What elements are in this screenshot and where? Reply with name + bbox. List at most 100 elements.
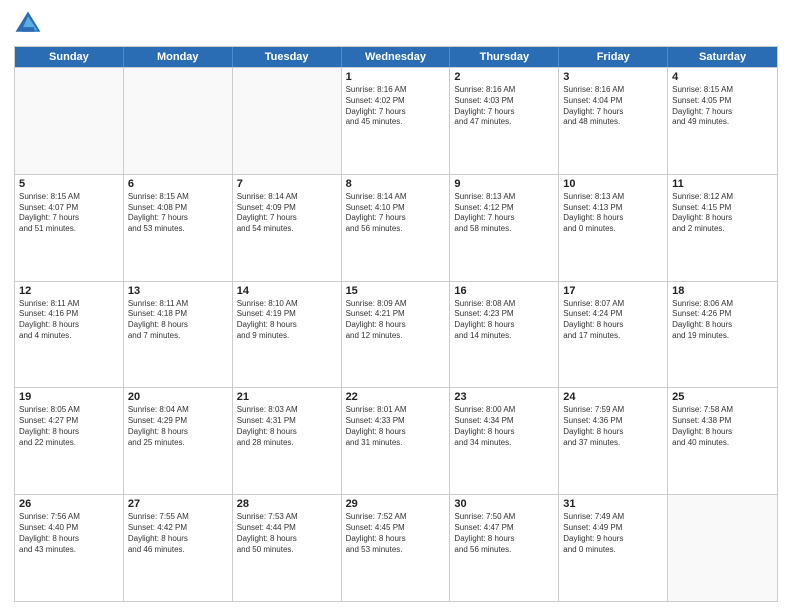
cell-info: Sunrise: 8:04 AM Sunset: 4:29 PM Dayligh…	[128, 405, 228, 448]
cell-info: Sunrise: 8:13 AM Sunset: 4:12 PM Dayligh…	[454, 192, 554, 235]
day-number: 25	[672, 391, 773, 403]
cal-cell-7: 7 Sunrise: 8:14 AM Sunset: 4:09 PM Daylig…	[233, 175, 342, 281]
day-number: 21	[237, 391, 337, 403]
day-number: 28	[237, 498, 337, 510]
cal-cell-11: 11 Sunrise: 8:12 AM Sunset: 4:15 PM Dayli…	[668, 175, 777, 281]
cal-cell-31: 31Sunrise: 7:49 AM Sunset: 4:49 PM Dayli…	[559, 495, 668, 601]
weekday-header-wednesday: Wednesday	[342, 47, 451, 67]
day-number: 4	[672, 71, 773, 83]
cell-info: Sunrise: 7:50 AM Sunset: 4:47 PM Dayligh…	[454, 512, 554, 555]
page: SundayMondayTuesdayWednesdayThursdayFrid…	[0, 0, 792, 612]
cal-cell-29: 29Sunrise: 7:52 AM Sunset: 4:45 PM Dayli…	[342, 495, 451, 601]
calendar-row-3: 19Sunrise: 8:05 AM Sunset: 4:27 PM Dayli…	[15, 387, 777, 494]
day-number: 17	[563, 285, 663, 297]
cal-cell-12: 12 Sunrise: 8:11 AM Sunset: 4:16 PM Dayli…	[15, 282, 124, 388]
calendar-row-0: 1Sunrise: 8:16 AM Sunset: 4:02 PM Daylig…	[15, 67, 777, 174]
day-number: 15	[346, 285, 446, 297]
cal-cell-4: 4 Sunrise: 8:15 AM Sunset: 4:05 PM Daylig…	[668, 68, 777, 174]
calendar-row-4: 26 Sunrise: 7:56 AM Sunset: 4:40 PM Dayli…	[15, 494, 777, 601]
cal-cell-24: 24Sunrise: 7:59 AM Sunset: 4:36 PM Dayli…	[559, 388, 668, 494]
day-number: 10	[563, 178, 663, 190]
day-number: 5	[19, 178, 119, 190]
cal-cell-3: 3 Sunrise: 8:16 AM Sunset: 4:04 PM Daylig…	[559, 68, 668, 174]
cell-info: Sunrise: 8:16 AM Sunset: 4:03 PM Dayligh…	[454, 85, 554, 128]
weekday-header-saturday: Saturday	[668, 47, 777, 67]
day-number: 18	[672, 285, 773, 297]
cell-info: Sunrise: 8:05 AM Sunset: 4:27 PM Dayligh…	[19, 405, 119, 448]
day-number: 8	[346, 178, 446, 190]
day-number: 12	[19, 285, 119, 297]
day-number: 30	[454, 498, 554, 510]
cell-info: Sunrise: 7:52 AM Sunset: 4:45 PM Dayligh…	[346, 512, 446, 555]
cal-cell-6: 6 Sunrise: 8:15 AM Sunset: 4:08 PM Daylig…	[124, 175, 233, 281]
day-number: 26	[19, 498, 119, 510]
calendar-header: SundayMondayTuesdayWednesdayThursdayFrid…	[15, 47, 777, 67]
cal-cell-9: 9 Sunrise: 8:13 AM Sunset: 4:12 PM Daylig…	[450, 175, 559, 281]
cal-cell-5: 5 Sunrise: 8:15 AM Sunset: 4:07 PM Daylig…	[15, 175, 124, 281]
cal-cell-2: 2 Sunrise: 8:16 AM Sunset: 4:03 PM Daylig…	[450, 68, 559, 174]
cell-info: Sunrise: 8:16 AM Sunset: 4:02 PM Dayligh…	[346, 85, 446, 128]
day-number: 11	[672, 178, 773, 190]
cal-cell-22: 22 Sunrise: 8:01 AM Sunset: 4:33 PM Dayli…	[342, 388, 451, 494]
day-number: 7	[237, 178, 337, 190]
cell-info: Sunrise: 8:16 AM Sunset: 4:04 PM Dayligh…	[563, 85, 663, 128]
cell-info: Sunrise: 8:15 AM Sunset: 4:08 PM Dayligh…	[128, 192, 228, 235]
cell-info: Sunrise: 8:13 AM Sunset: 4:13 PM Dayligh…	[563, 192, 663, 235]
cal-cell-18: 18 Sunrise: 8:06 AM Sunset: 4:26 PM Dayli…	[668, 282, 777, 388]
cal-cell-23: 23Sunrise: 8:00 AM Sunset: 4:34 PM Dayli…	[450, 388, 559, 494]
cell-info: Sunrise: 8:11 AM Sunset: 4:18 PM Dayligh…	[128, 299, 228, 342]
cal-cell-13: 13Sunrise: 8:11 AM Sunset: 4:18 PM Dayli…	[124, 282, 233, 388]
cal-cell-25: 25Sunrise: 7:58 AM Sunset: 4:38 PM Dayli…	[668, 388, 777, 494]
cal-cell-empty-4-6	[668, 495, 777, 601]
calendar-row-1: 5 Sunrise: 8:15 AM Sunset: 4:07 PM Daylig…	[15, 174, 777, 281]
cell-info: Sunrise: 7:53 AM Sunset: 4:44 PM Dayligh…	[237, 512, 337, 555]
weekday-header-tuesday: Tuesday	[233, 47, 342, 67]
day-number: 22	[346, 391, 446, 403]
cal-cell-1: 1Sunrise: 8:16 AM Sunset: 4:02 PM Daylig…	[342, 68, 451, 174]
cell-info: Sunrise: 8:01 AM Sunset: 4:33 PM Dayligh…	[346, 405, 446, 448]
cell-info: Sunrise: 8:07 AM Sunset: 4:24 PM Dayligh…	[563, 299, 663, 342]
calendar-body: 1Sunrise: 8:16 AM Sunset: 4:02 PM Daylig…	[15, 67, 777, 601]
day-number: 27	[128, 498, 228, 510]
cell-info: Sunrise: 8:14 AM Sunset: 4:10 PM Dayligh…	[346, 192, 446, 235]
cell-info: Sunrise: 8:14 AM Sunset: 4:09 PM Dayligh…	[237, 192, 337, 235]
calendar: SundayMondayTuesdayWednesdayThursdayFrid…	[14, 46, 778, 602]
cal-cell-17: 17 Sunrise: 8:07 AM Sunset: 4:24 PM Dayli…	[559, 282, 668, 388]
cell-info: Sunrise: 8:10 AM Sunset: 4:19 PM Dayligh…	[237, 299, 337, 342]
weekday-header-sunday: Sunday	[15, 47, 124, 67]
day-number: 16	[454, 285, 554, 297]
day-number: 6	[128, 178, 228, 190]
cal-cell-empty-0-1	[124, 68, 233, 174]
cell-info: Sunrise: 8:00 AM Sunset: 4:34 PM Dayligh…	[454, 405, 554, 448]
cell-info: Sunrise: 7:55 AM Sunset: 4:42 PM Dayligh…	[128, 512, 228, 555]
day-number: 14	[237, 285, 337, 297]
cal-cell-19: 19Sunrise: 8:05 AM Sunset: 4:27 PM Dayli…	[15, 388, 124, 494]
cal-cell-16: 16 Sunrise: 8:08 AM Sunset: 4:23 PM Dayli…	[450, 282, 559, 388]
cal-cell-14: 14 Sunrise: 8:10 AM Sunset: 4:19 PM Dayli…	[233, 282, 342, 388]
logo-icon	[14, 10, 42, 38]
cell-info: Sunrise: 8:06 AM Sunset: 4:26 PM Dayligh…	[672, 299, 773, 342]
cal-cell-26: 26 Sunrise: 7:56 AM Sunset: 4:40 PM Dayli…	[15, 495, 124, 601]
day-number: 3	[563, 71, 663, 83]
day-number: 20	[128, 391, 228, 403]
cell-info: Sunrise: 8:15 AM Sunset: 4:05 PM Dayligh…	[672, 85, 773, 128]
cal-cell-30: 30 Sunrise: 7:50 AM Sunset: 4:47 PM Dayli…	[450, 495, 559, 601]
cal-cell-27: 27 Sunrise: 7:55 AM Sunset: 4:42 PM Dayli…	[124, 495, 233, 601]
cal-cell-20: 20 Sunrise: 8:04 AM Sunset: 4:29 PM Dayli…	[124, 388, 233, 494]
cal-cell-28: 28 Sunrise: 7:53 AM Sunset: 4:44 PM Dayli…	[233, 495, 342, 601]
day-number: 24	[563, 391, 663, 403]
day-number: 9	[454, 178, 554, 190]
cal-cell-21: 21Sunrise: 8:03 AM Sunset: 4:31 PM Dayli…	[233, 388, 342, 494]
cal-cell-empty-0-2	[233, 68, 342, 174]
cell-info: Sunrise: 7:56 AM Sunset: 4:40 PM Dayligh…	[19, 512, 119, 555]
cell-info: Sunrise: 8:08 AM Sunset: 4:23 PM Dayligh…	[454, 299, 554, 342]
weekday-header-friday: Friday	[559, 47, 668, 67]
weekday-header-thursday: Thursday	[450, 47, 559, 67]
cal-cell-15: 15Sunrise: 8:09 AM Sunset: 4:21 PM Dayli…	[342, 282, 451, 388]
header	[14, 10, 778, 38]
day-number: 2	[454, 71, 554, 83]
cell-info: Sunrise: 8:15 AM Sunset: 4:07 PM Dayligh…	[19, 192, 119, 235]
cell-info: Sunrise: 7:49 AM Sunset: 4:49 PM Dayligh…	[563, 512, 663, 555]
cell-info: Sunrise: 8:11 AM Sunset: 4:16 PM Dayligh…	[19, 299, 119, 342]
cell-info: Sunrise: 8:12 AM Sunset: 4:15 PM Dayligh…	[672, 192, 773, 235]
